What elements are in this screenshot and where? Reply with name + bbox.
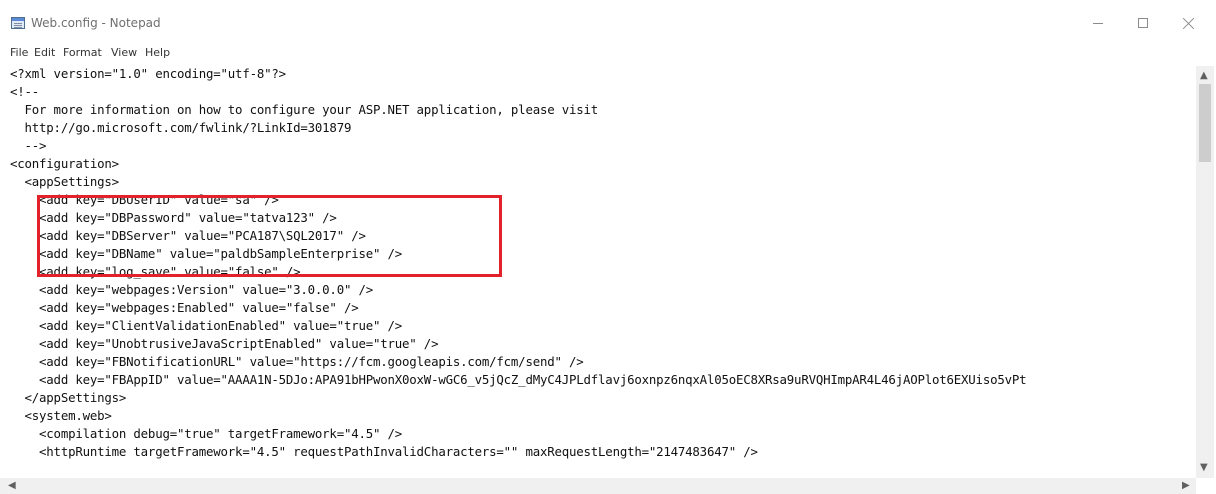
text-line: <add key="ClientValidationEnabled" value… — [10, 318, 403, 333]
notepad-window: Web.config - Notepad File Edit Format Vi… — [0, 0, 1216, 494]
maximize-button[interactable] — [1121, 8, 1165, 38]
minimize-icon — [1093, 22, 1103, 24]
close-button[interactable] — [1166, 8, 1210, 38]
text-line: <add key="FBNotificationURL" value="http… — [10, 354, 584, 369]
text-line: <add key="webpages:Version" value="3.0.0… — [10, 282, 373, 297]
vertical-scroll-thumb[interactable] — [1199, 84, 1211, 162]
scroll-down-icon[interactable]: ▼ — [1200, 462, 1208, 474]
text-line: http://go.microsoft.com/fwlink/?LinkId=3… — [10, 120, 352, 135]
text-line: --> — [10, 138, 47, 153]
menu-help[interactable]: Help — [145, 46, 170, 60]
text-line: <add key="webpages:Enabled" value="false… — [10, 300, 359, 315]
text-line: <add key="UnobtrusiveJavaScriptEnabled" … — [10, 336, 439, 351]
text-line: <system.web> — [10, 408, 112, 423]
text-line: <!-- — [10, 84, 40, 99]
minimize-button[interactable] — [1076, 8, 1120, 38]
text-line: <compilation debug="true" targetFramewor… — [10, 426, 403, 441]
menu-bar: File Edit Format View Help — [0, 44, 1216, 64]
maximize-icon — [1138, 18, 1148, 28]
menu-format[interactable]: Format — [63, 46, 102, 60]
text-line: <add key="FBAppID" value="AAAA1N-5DJo:AP… — [10, 372, 1027, 387]
text-line: <?xml version="1.0" encoding="utf-8"?> — [10, 66, 286, 81]
scroll-left-icon[interactable]: ◀ — [8, 480, 16, 492]
text-line: For more information on how to configure… — [10, 102, 599, 117]
menu-file[interactable]: File — [10, 46, 28, 60]
scroll-right-icon[interactable]: ▶ — [1182, 480, 1190, 492]
text-line: </appSettings> — [10, 390, 127, 405]
menu-view[interactable]: View — [111, 46, 137, 60]
horizontal-scrollbar[interactable] — [0, 478, 1196, 494]
credentials-highlight-box — [37, 195, 502, 277]
scroll-up-icon[interactable]: ▲ — [1200, 70, 1208, 82]
notepad-icon — [11, 17, 25, 29]
text-line: <configuration> — [10, 156, 119, 171]
close-icon — [1182, 17, 1195, 30]
text-line: <appSettings> — [10, 174, 120, 189]
text-line: <httpRuntime targetFramework="4.5" reque… — [10, 444, 758, 459]
title-bar[interactable]: Web.config - Notepad — [0, 0, 1216, 40]
menu-edit[interactable]: Edit — [34, 46, 55, 60]
window-title: Web.config - Notepad — [31, 16, 161, 30]
